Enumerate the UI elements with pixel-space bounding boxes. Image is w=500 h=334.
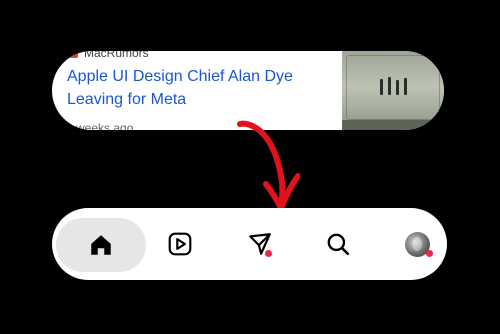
- bottom-nav-bar: [52, 208, 447, 280]
- news-thumbnail[interactable]: [342, 51, 444, 130]
- profile-notification-dot: [426, 250, 433, 257]
- news-headline[interactable]: Apple UI Design Chief Alan Dye Leaving f…: [67, 65, 329, 111]
- thumbnail-figure: [404, 78, 407, 95]
- thumbnail-frame: [346, 55, 440, 120]
- home-icon: [91, 235, 111, 255]
- source-row: MacRumors: [68, 51, 149, 60]
- news-timestamp: 2 weeks ago: [66, 121, 134, 130]
- thumbnail-figure: [396, 80, 399, 95]
- nav-reels-tab[interactable]: [160, 208, 200, 280]
- source-name: MacRumors: [84, 51, 149, 60]
- thumbnail-figure: [380, 79, 383, 95]
- thumbnail-figure: [388, 77, 391, 95]
- reels-icon: [168, 232, 192, 256]
- nav-send-tab[interactable]: [238, 208, 282, 280]
- search-icon: [327, 233, 350, 256]
- nav-search-tab[interactable]: [316, 208, 360, 280]
- red-arrow-annotation: [237, 120, 300, 211]
- send-notification-dot: [265, 250, 272, 257]
- nav-profile-tab[interactable]: [395, 208, 439, 280]
- source-logo-icon: [68, 51, 78, 58]
- thumbnail-floor: [342, 120, 444, 130]
- nav-home-tab[interactable]: [56, 218, 146, 272]
